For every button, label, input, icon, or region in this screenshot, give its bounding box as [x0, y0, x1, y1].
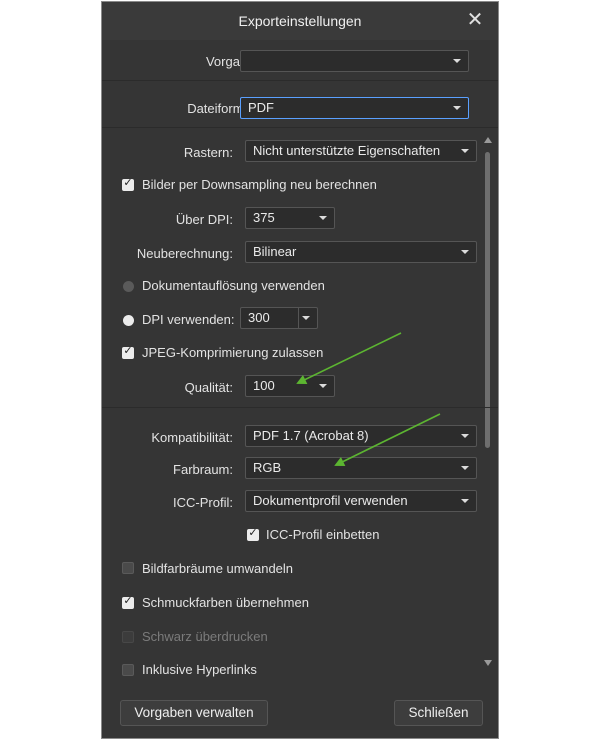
annotation-arrows: [296, 332, 441, 466]
arrow-to-quality: [296, 332, 402, 385]
arrow-to-colorspace: [334, 413, 441, 466]
